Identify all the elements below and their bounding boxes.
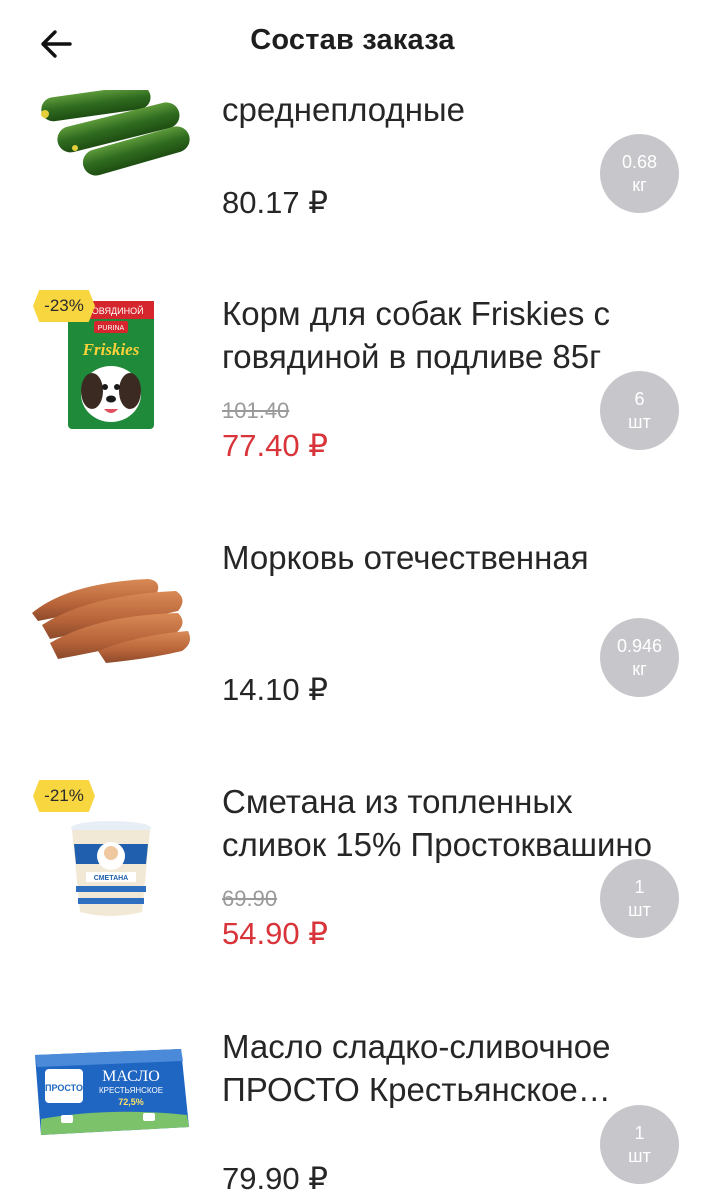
quantity-bubble[interactable]: 0.68 кг	[600, 134, 679, 213]
discount-badge: -23%	[33, 290, 95, 322]
list-item[interactable]: ПРОСТО МАСЛО КРЕСТЬЯНСКОЕ 72,5% Масло сл…	[0, 1015, 705, 1200]
list-item[interactable]: -21% СМЕТАНА Сметана из топленных сливок…	[0, 770, 705, 980]
quantity-value: 0.946	[616, 635, 663, 656]
old-price: 101.40	[222, 398, 290, 423]
quantity-unit: кг	[632, 174, 647, 195]
quantity-value: 1	[634, 1122, 645, 1143]
order-items-list: среднеплодные 80.17 ₽ 0.68 кг -23% С ГОВ…	[0, 0, 705, 1200]
product-price: 80.17 ₽	[222, 185, 328, 220]
product-name: Масло сладко-сливочное ПРОСТО Крестьянск…	[222, 1028, 611, 1108]
quantity-bubble[interactable]: 0.946 кг	[600, 618, 679, 697]
product-image-sour-cream: СМЕТАНА	[28, 810, 193, 930]
page-title: Состав заказа	[250, 24, 455, 56]
product-image-butter: ПРОСТО МАСЛО КРЕСТЬЯНСКОЕ 72,5%	[28, 1025, 193, 1155]
quantity-bubble[interactable]: 1 шт	[600, 859, 679, 938]
product-price: 14.10 ₽	[222, 672, 328, 707]
quantity-value: 1	[634, 876, 645, 897]
quantity-unit: шт	[628, 899, 651, 920]
svg-text:МАСЛО: МАСЛО	[102, 1068, 160, 1085]
quantity-value: 0.68	[621, 151, 658, 172]
quantity-unit: кг	[632, 658, 647, 679]
quantity-bubble[interactable]: 6 шт	[600, 371, 679, 450]
quantity-unit: шт	[628, 1145, 651, 1166]
svg-text:Friskies: Friskies	[81, 340, 139, 359]
top-app-bar: Состав заказа	[0, 0, 705, 90]
product-price: 79.90 ₽	[222, 1161, 328, 1196]
quantity-unit: шт	[628, 411, 651, 432]
old-price: 69.90	[222, 886, 278, 911]
product-price: 77.40 ₽	[222, 428, 328, 463]
list-item[interactable]: Морковь отечественная 14.10 ₽ 0.946 кг	[0, 530, 705, 720]
quantity-bubble[interactable]: 1 шт	[600, 1105, 679, 1184]
quantity-value: 6	[634, 388, 645, 409]
product-price: 54.90 ₽	[222, 916, 328, 951]
discount-badge: -21%	[33, 780, 95, 812]
list-item[interactable]: -23% С ГОВЯДИНОЙ PURINA Friskies Корм дл…	[0, 280, 705, 490]
svg-text:PURINA: PURINA	[97, 325, 124, 332]
svg-text:СМЕТАНА: СМЕТАНА	[93, 875, 127, 882]
svg-text:72,5%: 72,5%	[118, 1097, 144, 1107]
svg-text:КРЕСТЬЯНСКОЕ: КРЕСТЬЯНСКОЕ	[98, 1086, 162, 1095]
product-name: Сметана из топленных сливок 15% Простокв…	[222, 783, 652, 863]
product-name: Корм для собак Friskies с говядиной в по…	[222, 295, 610, 375]
product-name: Морковь отечественная	[222, 539, 589, 576]
product-name: среднеплодные	[222, 91, 465, 128]
svg-text:ПРОСТО: ПРОСТО	[45, 1083, 83, 1093]
product-image-carrots	[28, 545, 193, 675]
